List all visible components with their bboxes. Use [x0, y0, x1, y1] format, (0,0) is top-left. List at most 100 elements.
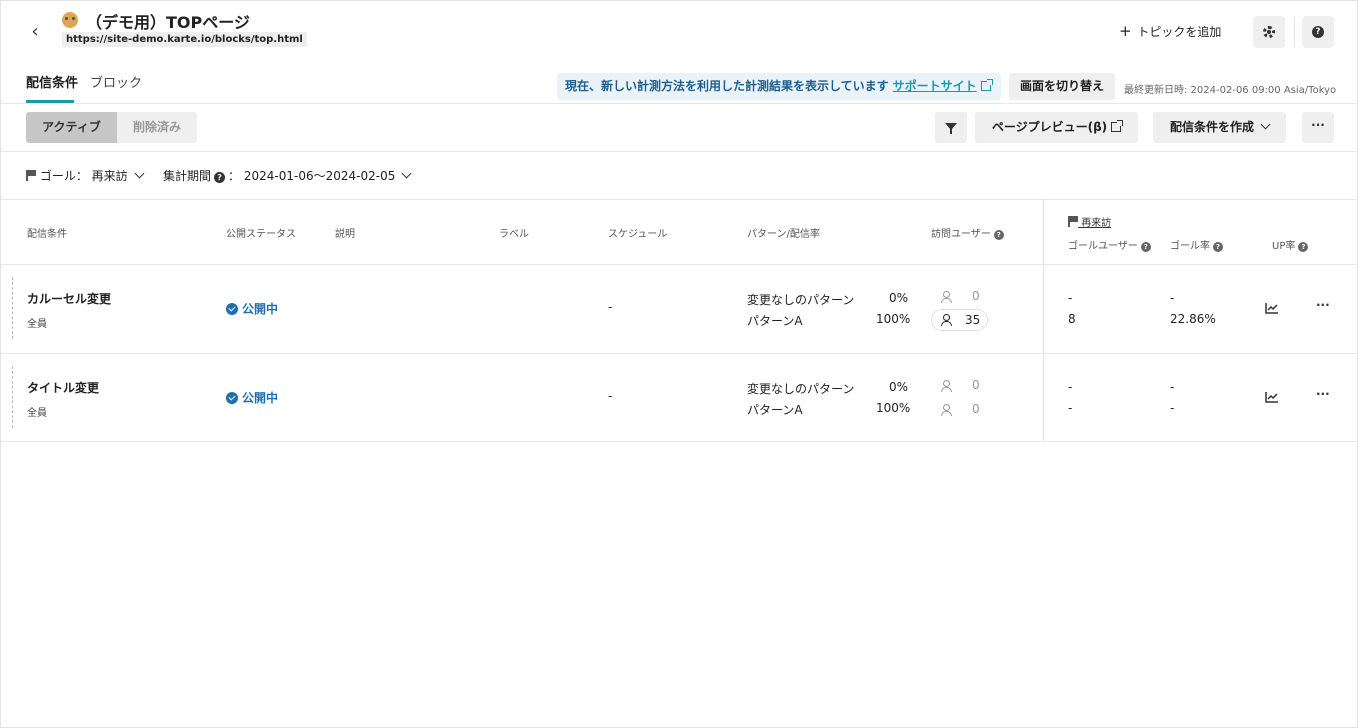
- help-icon: ?: [1298, 242, 1309, 252]
- pattern-name: 変更なしのパターン: [747, 293, 855, 307]
- col-visitors-label: 訪問ユーザー: [931, 229, 991, 240]
- flag-icon: [26, 170, 36, 181]
- row-border: [1, 441, 1358, 442]
- flag-icon: [1068, 216, 1078, 227]
- col-status: 公開ステータス: [226, 229, 296, 240]
- condition-name[interactable]: タイトル変更: [27, 379, 99, 396]
- toolbar-divider: [1, 151, 1358, 152]
- col-goal-rate-label: ゴール率: [1170, 241, 1210, 252]
- plus-icon: +: [1119, 22, 1132, 40]
- check-circle-icon: [226, 392, 238, 404]
- app-frame: ‹ （デモ用）TOPページ https://site-demo.karte.io…: [0, 0, 1358, 728]
- visitor-count: 0: [972, 402, 980, 416]
- logo-icon: [62, 12, 78, 28]
- col-condition: 配信条件: [27, 229, 67, 240]
- goal-rate-value: -: [1170, 380, 1175, 394]
- line-chart-icon[interactable]: [1265, 391, 1279, 403]
- last-updated: 最終更新日時: 2024-02-06 09:00 Asia/Tokyo: [1124, 85, 1337, 96]
- goal-users-value: -: [1068, 380, 1073, 394]
- col-goal-rate: ゴール率?: [1170, 237, 1226, 252]
- goal-users-value: -: [1068, 291, 1073, 305]
- filter-icon: [945, 123, 957, 134]
- pattern-name: パターンA: [747, 403, 803, 417]
- col-visitors: 訪問ユーザー?: [931, 225, 1007, 240]
- header-divider: [1294, 17, 1295, 47]
- back-button[interactable]: ‹: [25, 21, 45, 43]
- filter-button[interactable]: [935, 112, 967, 143]
- period-value: 2024-01-06〜2024-02-05: [243, 169, 396, 183]
- visitor-count: 0: [972, 378, 980, 392]
- col-pattern: パターン/配信率: [747, 229, 820, 240]
- page-url: https://site-demo.karte.io/blocks/top.ht…: [62, 32, 307, 47]
- settings-button[interactable]: [1253, 16, 1285, 48]
- check-circle-icon: [226, 303, 238, 315]
- person-icon: [940, 404, 952, 416]
- create-condition-label: 配信条件を作成: [1169, 120, 1254, 134]
- metrics-divider: [1043, 199, 1044, 441]
- help-icon: ?: [1140, 242, 1151, 252]
- help-icon: ?: [993, 230, 1004, 240]
- chevron-down-icon: [134, 168, 145, 179]
- header-row-border: [1, 264, 1358, 265]
- status-label: 公開中: [242, 302, 279, 316]
- help-icon: ?: [214, 172, 226, 183]
- page-title: （デモ用）TOPページ: [86, 13, 250, 32]
- add-topic-button[interactable]: + トピックを追加: [1119, 22, 1221, 40]
- measurement-notice: 現在、新しい計測方法を利用した計測結果を表示しています サポートサイト: [557, 73, 1001, 100]
- condition-target: 全員: [27, 319, 47, 330]
- visitor-count: 35: [965, 313, 981, 327]
- goal-label: ゴール：: [39, 169, 88, 183]
- condition-name[interactable]: カルーセル変更: [27, 290, 111, 307]
- page-preview-button[interactable]: ページプレビュー(β): [975, 112, 1138, 143]
- goal-users-value: -: [1068, 401, 1073, 415]
- pattern-rate: 100%: [876, 401, 911, 415]
- row-more-button[interactable]: ···: [1316, 298, 1330, 312]
- table-top-border: [1, 199, 1358, 200]
- condition-target: 全員: [27, 408, 47, 419]
- period-colon: ：: [228, 169, 241, 183]
- switch-view-button[interactable]: 画面を切り替え: [1009, 73, 1115, 100]
- goal-group-header[interactable]: 再来訪: [1068, 214, 1111, 229]
- goal-selector[interactable]: ゴール： 再来訪: [26, 167, 145, 184]
- person-icon: [940, 291, 952, 303]
- tab-conditions[interactable]: 配信条件: [26, 72, 78, 91]
- tabs-divider: [1, 103, 1358, 104]
- chevron-down-icon: [401, 168, 412, 179]
- goal-users-value: 8: [1068, 312, 1076, 326]
- more-button[interactable]: ···: [1302, 112, 1334, 143]
- goal-value: 再来訪: [91, 169, 128, 183]
- pattern-name: パターンA: [747, 314, 803, 328]
- schedule-value: -: [608, 300, 613, 314]
- status-label: 公開中: [242, 391, 279, 405]
- line-chart-icon[interactable]: [1265, 302, 1279, 314]
- pattern-name: 変更なしのパターン: [747, 382, 855, 396]
- col-up-rate: UP率?: [1272, 237, 1311, 252]
- row-more-button[interactable]: ···: [1316, 387, 1330, 401]
- drag-handle[interactable]: [12, 366, 13, 428]
- gear-icon: [1263, 26, 1275, 38]
- segment-active[interactable]: アクティブ: [26, 112, 117, 143]
- row-border: [1, 353, 1358, 354]
- tab-blocks[interactable]: ブロック: [90, 72, 142, 91]
- col-up-rate-label: UP率: [1272, 241, 1296, 252]
- col-schedule: スケジュール: [608, 229, 668, 240]
- notice-text: 現在、新しい計測方法を利用した計測結果を表示しています: [565, 79, 889, 93]
- support-site-link[interactable]: サポートサイト: [893, 79, 977, 93]
- page-preview-label: ページプレビュー(β): [991, 120, 1108, 134]
- help-icon: ?: [1312, 26, 1324, 38]
- external-link-icon: [980, 79, 993, 91]
- segment-deleted[interactable]: 削除済み: [117, 112, 197, 143]
- drag-handle[interactable]: [12, 277, 13, 339]
- page-header: ‹ （デモ用）TOPページ https://site-demo.karte.io…: [1, 1, 1358, 63]
- goal-rate-value: -: [1170, 291, 1175, 305]
- pattern-rate: 0%: [889, 380, 909, 394]
- create-condition-button[interactable]: 配信条件を作成: [1153, 112, 1286, 143]
- help-icon: ?: [1213, 242, 1223, 252]
- chevron-down-icon: [1260, 119, 1271, 130]
- help-button[interactable]: ?: [1302, 16, 1334, 48]
- period-selector[interactable]: 集計期間?： 2024-01-06〜2024-02-05: [163, 167, 412, 184]
- pattern-rate: 100%: [876, 312, 911, 326]
- period-label: 集計期間: [163, 169, 212, 183]
- external-link-icon: [1111, 120, 1124, 132]
- col-label: ラベル: [499, 229, 529, 240]
